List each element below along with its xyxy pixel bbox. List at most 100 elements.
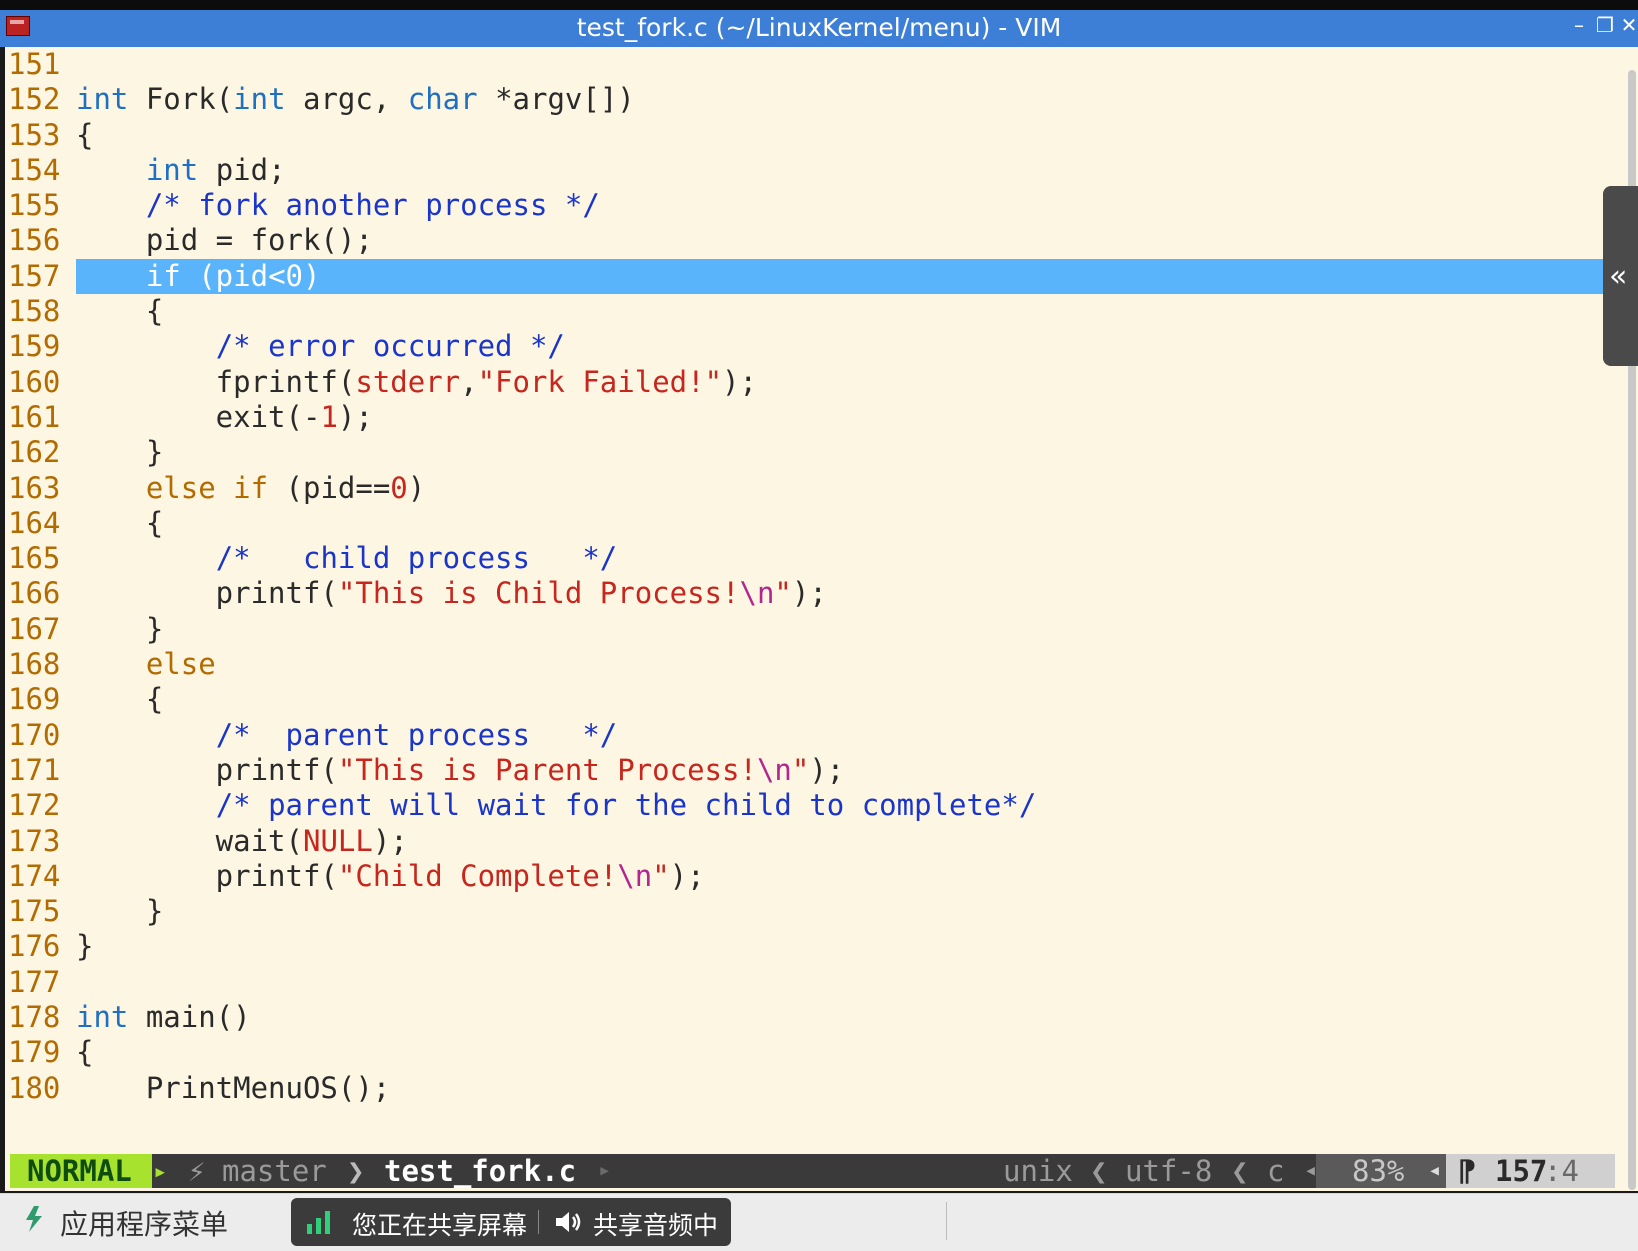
line-number: 153 (8, 117, 61, 152)
close-button[interactable]: ✕ (1618, 15, 1638, 35)
app-menu-label[interactable]: 应用程序菜单 (60, 1203, 228, 1243)
taskbar: 应用程序菜单 您正在共享屏幕 共享音频中 (0, 1193, 1638, 1251)
code-text[interactable]: int Fork(int argc, char *argv[]) (76, 82, 1605, 117)
code-line[interactable]: 159 /* error occurred */ (5, 329, 1605, 364)
current-code-line[interactable]: 157 if (pid<0) (5, 258, 1605, 295)
code-text[interactable]: int pid; (76, 153, 1605, 188)
code-text[interactable]: /* child process */ (76, 541, 1605, 576)
code-buffer[interactable]: 151​152int Fork(int argc, char *argv[])1… (5, 47, 1605, 1106)
editor-area[interactable]: 151​152int Fork(int argc, char *argv[])1… (5, 47, 1629, 1191)
code-line[interactable]: 160 fprintf(stderr,"Fork Failed!"); (5, 365, 1605, 400)
code-line[interactable]: 171 printf("This is Parent Process!\n"); (5, 753, 1605, 788)
code-text[interactable]: { (76, 506, 1605, 541)
taskbar-divider (946, 1202, 947, 1240)
code-text[interactable]: else (76, 647, 1605, 682)
code-text[interactable]: printf("This is Parent Process!\n"); (76, 753, 1605, 788)
code-line[interactable]: 162 } (5, 435, 1605, 470)
restore-button[interactable]: ❐ (1594, 15, 1616, 35)
code-text[interactable]: /* fork another process */ (76, 188, 1605, 223)
chevron-left-icon: ❮ (1090, 1154, 1108, 1188)
code-text[interactable]: } (76, 612, 1605, 647)
code-text[interactable]: { (76, 118, 1605, 153)
line-number: 170 (8, 717, 61, 752)
code-text[interactable]: { (76, 682, 1605, 717)
line-number: 158 (8, 294, 61, 329)
code-line[interactable]: 166 printf("This is Child Process!\n"); (5, 576, 1605, 611)
line-number: 173 (8, 823, 61, 858)
git-branch-icon: ⚡ (188, 1154, 206, 1188)
code-line[interactable]: 180 PrintMenuOS(); (5, 1071, 1605, 1106)
line-number: 171 (8, 752, 61, 787)
code-text[interactable]: } (76, 435, 1605, 470)
code-text[interactable]: if (pid<0) (76, 258, 1605, 295)
code-text[interactable]: PrintMenuOS(); (76, 1071, 1605, 1106)
mode-indicator: NORMAL (10, 1154, 152, 1188)
code-text[interactable]: { (76, 294, 1605, 329)
code-text[interactable]: pid = fork(); (76, 223, 1605, 258)
code-text[interactable]: else if (pid==0) (76, 471, 1605, 506)
filename: test_fork.c (384, 1154, 577, 1188)
code-line[interactable]: 151 ​ (5, 47, 1605, 82)
code-line[interactable]: 163 else if (pid==0) (5, 471, 1605, 506)
code-line[interactable]: 153 { (5, 118, 1605, 153)
top-edge (0, 0, 1638, 10)
code-text[interactable]: ​ (76, 47, 1605, 82)
code-line[interactable]: 175 } (5, 894, 1605, 929)
code-line[interactable]: 164 { (5, 506, 1605, 541)
git-branch: master (222, 1154, 327, 1188)
code-line[interactable]: 152 int Fork(int argc, char *argv[]) (5, 82, 1605, 117)
line-number: 177 (8, 964, 61, 999)
code-line[interactable]: 173 wait(NULL); (5, 824, 1605, 859)
code-line[interactable]: 176} (5, 929, 1605, 964)
code-text[interactable]: fprintf(stderr,"Fork Failed!"); (76, 365, 1605, 400)
code-line[interactable]: 172 /* parent will wait for the child to… (5, 788, 1605, 823)
screen-sharing-bar[interactable]: 您正在共享屏幕 共享音频中 (291, 1198, 731, 1246)
code-text[interactable]: } (76, 929, 1605, 964)
filename-arrow-icon: ▸ (598, 1158, 612, 1183)
double-chevron-left-icon: « (1609, 259, 1628, 294)
file-type: c (1267, 1154, 1285, 1188)
app-menu-icon[interactable] (22, 1204, 46, 1234)
audio-sharing-label: 共享音频中 (593, 1211, 719, 1240)
line-number: 155 (8, 188, 61, 223)
arrow-left-icon: ◂ (1428, 1158, 1442, 1183)
code-text[interactable]: exit(-1); (76, 400, 1605, 435)
minimize-button[interactable]: – (1568, 15, 1590, 35)
code-text[interactable]: /* parent will wait for the child to com… (76, 788, 1605, 823)
side-panel-toggle[interactable]: « (1603, 186, 1638, 366)
code-line[interactable]: 158 { (5, 294, 1605, 329)
line-number: 157 (8, 258, 61, 293)
code-line[interactable]: 165 /* child process */ (5, 541, 1605, 576)
code-line[interactable]: 167 } (5, 612, 1605, 647)
code-text[interactable]: wait(NULL); (76, 824, 1605, 859)
code-line[interactable]: 174 printf("Child Complete!\n"); (5, 859, 1605, 894)
line-number: 178 (8, 1000, 61, 1035)
code-text[interactable]: /* error occurred */ (76, 329, 1605, 364)
code-text[interactable]: } (76, 894, 1605, 929)
code-line[interactable]: 168 else (5, 647, 1605, 682)
signal-bars-icon (307, 1211, 330, 1234)
file-format: unix (1003, 1154, 1073, 1188)
code-line[interactable]: 155 /* fork another process */ (5, 188, 1605, 223)
code-line[interactable]: 178 int main() (5, 1000, 1605, 1035)
line-number: 160 (8, 364, 61, 399)
statusline: NORMAL ▸ ⚡ master ❯ test_fork.c ▸ unix ❮… (10, 1154, 1615, 1188)
code-text[interactable]: ​ (76, 965, 1605, 1000)
code-line[interactable]: 170 /* parent process */ (5, 718, 1605, 753)
title-bar: test_fork.c (~/LinuxKernel/menu) - VIM –… (0, 0, 1638, 47)
code-text[interactable]: printf("This is Child Process!\n"); (76, 576, 1605, 611)
file-encoding: utf-8 (1125, 1154, 1213, 1188)
code-line[interactable]: 179 { (5, 1035, 1605, 1070)
code-line[interactable]: 161 exit(-1); (5, 400, 1605, 435)
line-number: 166 (8, 576, 61, 611)
code-line[interactable]: 169 { (5, 682, 1605, 717)
code-line[interactable]: 154 int pid; (5, 153, 1605, 188)
code-text[interactable]: int main() (76, 1000, 1605, 1035)
code-text[interactable]: { (76, 1035, 1605, 1070)
code-line[interactable]: 156 pid = fork(); (5, 223, 1605, 258)
code-line[interactable]: 177 ​ (5, 965, 1605, 1000)
mode-arrow-icon: ▸ (153, 1157, 168, 1185)
code-text[interactable]: printf("Child Complete!\n"); (76, 859, 1605, 894)
code-text[interactable]: /* parent process */ (76, 718, 1605, 753)
divider (538, 1210, 539, 1234)
